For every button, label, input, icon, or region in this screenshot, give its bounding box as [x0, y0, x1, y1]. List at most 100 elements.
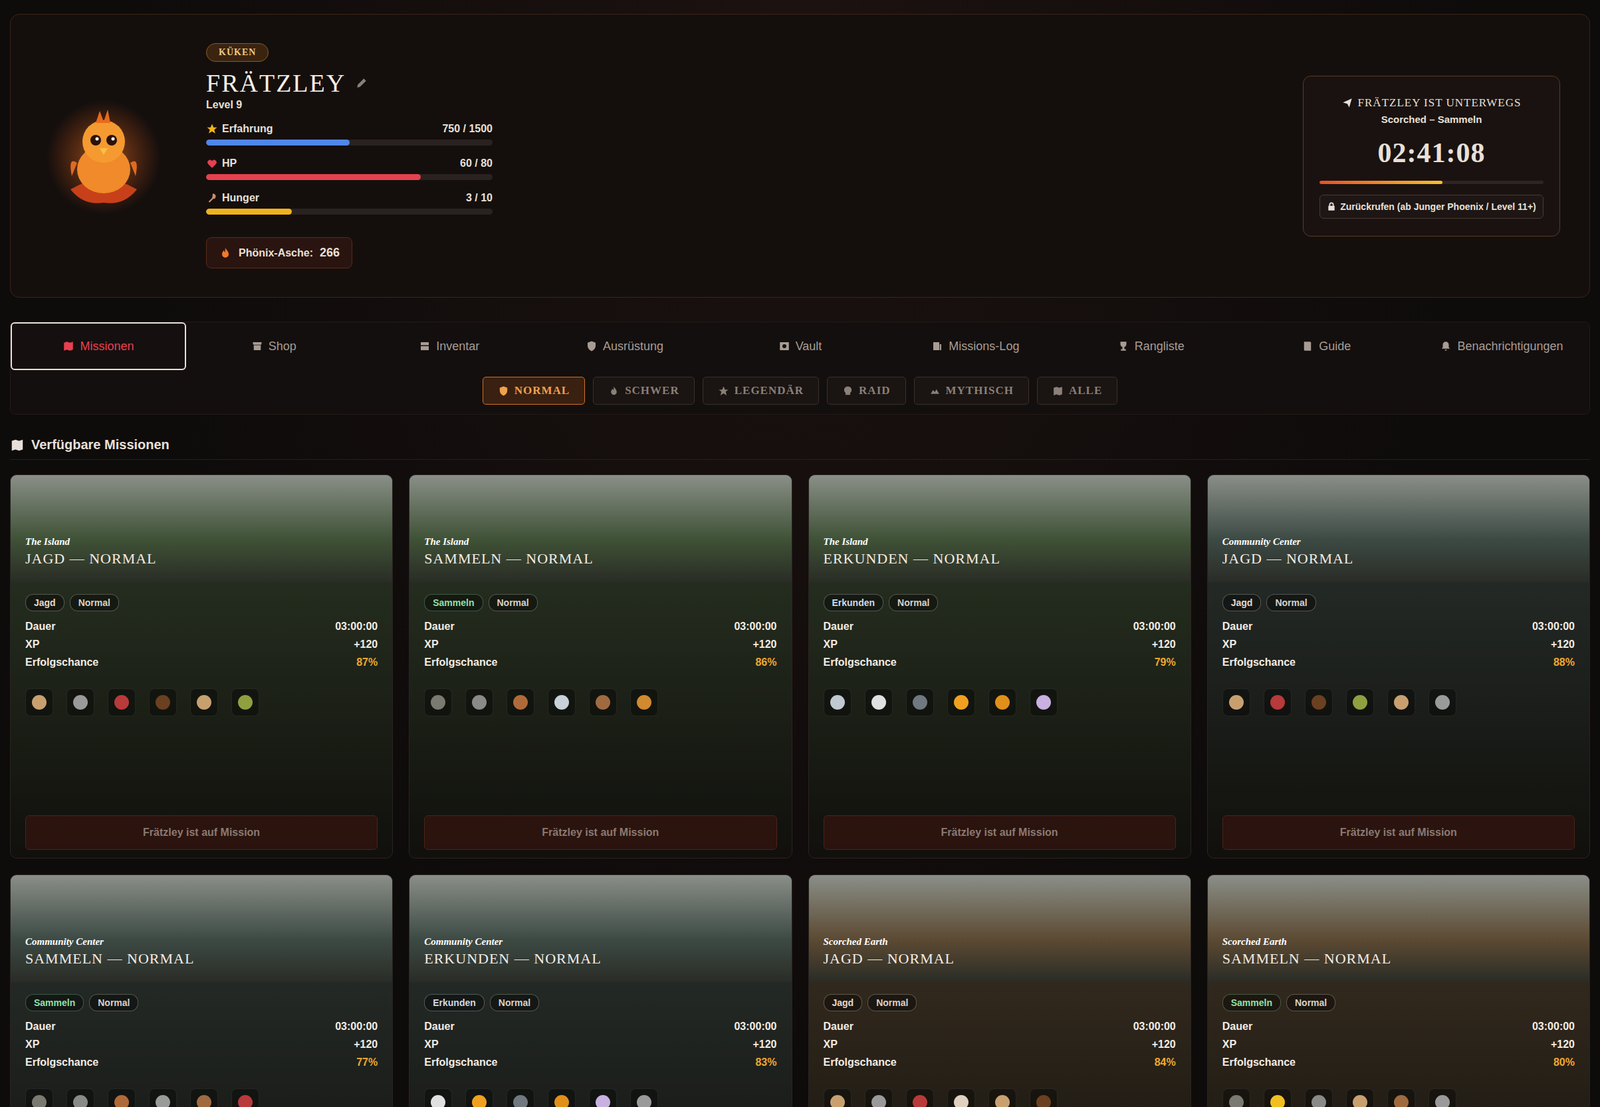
loot-slot — [148, 688, 177, 717]
loot-item-icon — [513, 695, 528, 710]
mission-stat-row: XP +120 — [25, 1038, 378, 1051]
loot-slot — [506, 688, 535, 717]
loot-item-icon — [31, 1095, 47, 1107]
nav-tab[interactable]: Benachrichtigungen — [1413, 322, 1590, 371]
nav-tab[interactable]: Inventar — [361, 322, 538, 371]
mission-stat-value: 03:00:00 — [733, 1021, 777, 1033]
mission-tags: SammelnNormal — [424, 594, 777, 612]
mission-tags: JagdNormal — [25, 594, 378, 612]
loot-slot — [25, 688, 54, 717]
loot-slot — [1222, 1088, 1251, 1107]
mission-tag: Normal — [1266, 594, 1316, 612]
loot-item-icon — [237, 1095, 253, 1107]
nav-tab[interactable]: Missionen — [10, 322, 187, 371]
loot-slot — [547, 688, 576, 717]
mission-tag: Erkunden — [823, 594, 885, 612]
start-mission-button[interactable]: Frätzley ist auf Mission — [424, 815, 777, 851]
recall-button[interactable]: Zurückrufen (ab Junger Phoenix / Level 1… — [1319, 194, 1544, 219]
mission-stat-value: 03:00:00 — [1133, 1021, 1176, 1033]
mission-stat-row: XP +120 — [1222, 1038, 1575, 1051]
loot-item-icon — [995, 695, 1010, 710]
mission-tag: Sammeln — [424, 594, 483, 612]
heart-icon — [206, 157, 219, 170]
pencil-icon[interactable] — [354, 76, 369, 90]
nav-tab[interactable]: Ausrüstung — [537, 322, 713, 371]
mission-progress-fill — [1319, 180, 1443, 185]
map-icon — [9, 438, 25, 453]
stat-track — [206, 174, 493, 181]
nav-tab[interactable]: Vault — [712, 322, 889, 371]
loot-list — [1222, 1088, 1575, 1107]
loot-slot — [190, 1088, 219, 1107]
star-icon — [206, 122, 219, 135]
mission-stat-value: +120 — [353, 638, 378, 651]
filter-button[interactable]: MYTHISCH — [914, 376, 1029, 405]
shield-icon — [585, 340, 598, 353]
start-mission-button[interactable]: Frätzley ist auf Mission — [823, 815, 1176, 851]
stat-label: Erfahrung — [206, 122, 273, 135]
mission-stat-label: Erfolgschance — [424, 1056, 498, 1069]
mission-card: Scorched Earth SAMMELN — NORMAL SammelnN… — [1207, 874, 1591, 1107]
filter-button[interactable]: ALLE — [1036, 376, 1118, 405]
filter-button[interactable]: NORMAL — [482, 376, 585, 405]
pet-level: Level 9 — [206, 99, 242, 112]
mission-scene: The Island SAMMELN — NORMAL — [409, 475, 792, 583]
nav-tab[interactable]: Missions-Log — [887, 322, 1063, 371]
mission-location: Scorched Earth — [1222, 936, 1575, 948]
map-icon — [1052, 385, 1064, 397]
loot-item-icon — [912, 1095, 928, 1107]
loot-item-icon — [114, 695, 129, 710]
stat-value: 60 / 80 — [459, 157, 493, 170]
loot-slot — [506, 1088, 535, 1107]
mission-tags: SammelnNormal — [25, 994, 378, 1012]
loot-item-icon — [953, 1095, 969, 1107]
loot-slot — [465, 1088, 494, 1107]
loot-slot — [823, 1088, 852, 1107]
mission-card: Community Center JAGD — NORMAL JagdNorma… — [1207, 474, 1591, 859]
mission-tag: Normal — [489, 994, 540, 1012]
loot-item-icon — [1352, 695, 1368, 710]
mission-card: The Island SAMMELN — NORMAL SammelnNorma… — [408, 474, 792, 859]
mission-stat-label: Erfolgschance — [25, 656, 99, 669]
mission-stat-value: 87% — [356, 656, 378, 669]
filter-button[interactable]: LEGENDÄR — [702, 376, 819, 405]
mission-location: The Island — [424, 536, 777, 548]
loot-list — [424, 688, 777, 717]
mission-body: ErkundenNormal Dauer 03:00:00XP +120Erfo… — [409, 982, 792, 1107]
loot-slot — [947, 1088, 976, 1107]
mission-stat-value: 80% — [1553, 1056, 1575, 1069]
start-mission-button[interactable]: Frätzley ist auf Mission — [25, 815, 378, 851]
filter-button[interactable]: SCHWER — [592, 376, 695, 405]
nav-tab[interactable]: Guide — [1238, 322, 1414, 371]
currency-pill: Phönix-Asche: 266 — [206, 237, 353, 269]
mission-stat-label: Erfolgschance — [1222, 656, 1296, 669]
loot-item-icon — [73, 1095, 88, 1107]
loot-item-icon — [554, 695, 570, 710]
flame-icon — [608, 385, 620, 397]
mission-stats: Dauer 03:00:00XP +120Erfolgschance 80% — [1222, 1021, 1575, 1069]
log-icon — [931, 340, 944, 353]
loot-item-icon — [1229, 1095, 1244, 1107]
loot-slot — [1222, 688, 1251, 717]
mission-status-box: FRÄTZLEY IST UNTERWEGS Scorched – Sammel… — [1302, 75, 1561, 237]
mission-scene: Community Center SAMMELN — NORMAL — [10, 875, 393, 983]
loot-item-icon — [196, 1095, 212, 1107]
loot-item-icon — [471, 1095, 487, 1107]
phoenix-chick-icon — [43, 96, 164, 217]
paper-plane-icon — [1342, 97, 1353, 109]
loot-item-icon — [1352, 1095, 1368, 1107]
mission-title: ERKUNDEN — NORMAL — [424, 950, 777, 968]
mission-stat-label: XP — [25, 638, 40, 651]
shield-icon — [497, 385, 510, 397]
start-mission-button[interactable]: Frätzley ist auf Mission — [1222, 815, 1575, 851]
mission-location: The Island — [823, 536, 1176, 548]
nav-tab[interactable]: Shop — [186, 322, 362, 371]
mission-stat-label: XP — [25, 1038, 40, 1051]
filter-button[interactable]: RAID — [826, 376, 906, 405]
loot-item-icon — [430, 1095, 446, 1107]
rank-badge: KÜKEN — [206, 43, 269, 62]
mission-location: Community Center — [1222, 536, 1575, 548]
nav-tab[interactable]: Rangliste — [1062, 322, 1239, 371]
mission-stat-value: 03:00:00 — [335, 1021, 378, 1033]
game-page: KÜKEN FRÄTZLEY Level 9 Erfahrung 750 / 1… — [0, 0, 1600, 1107]
